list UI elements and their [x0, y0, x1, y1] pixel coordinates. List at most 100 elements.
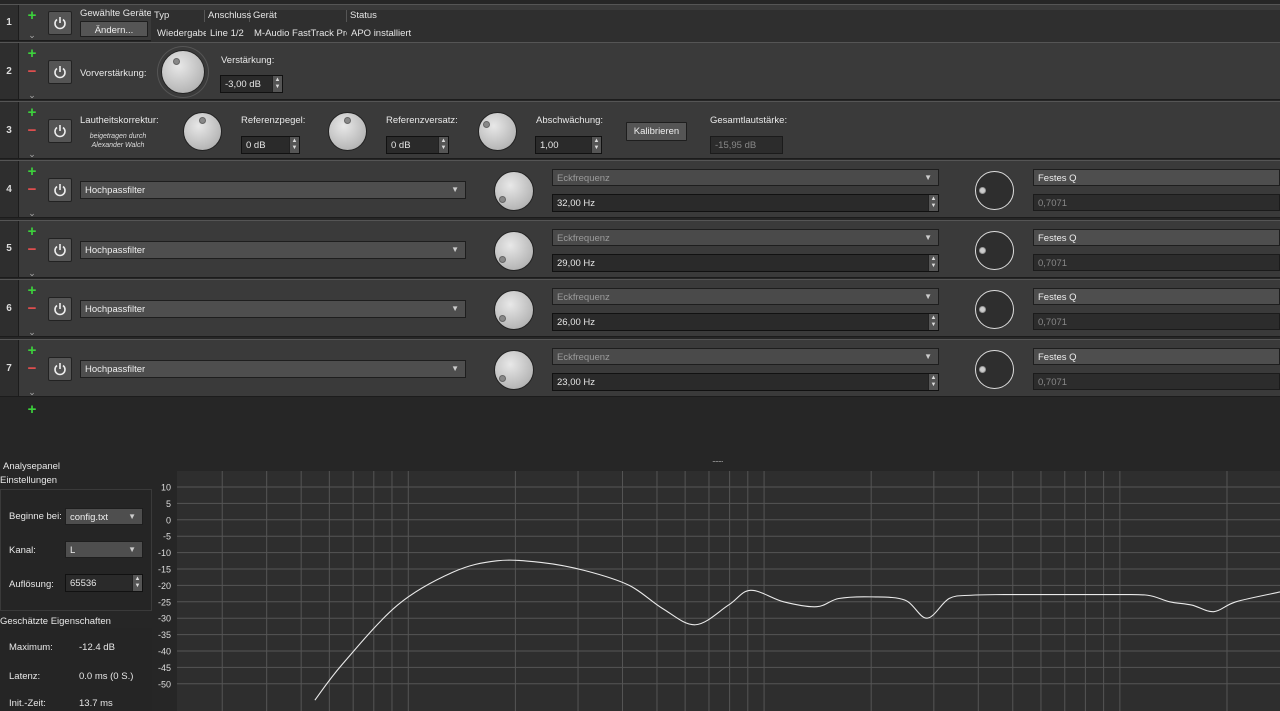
cell-connection[interactable]: Line 1/2	[207, 28, 244, 39]
frequency-knob[interactable]	[494, 230, 534, 271]
q-knob[interactable]	[975, 230, 1014, 270]
frequency-input[interactable]: 29,00 Hz ▲ ▼	[552, 253, 939, 272]
splitter-grip-icon[interactable]: .......	[712, 454, 723, 464]
ref-offset-label: Referenzversatz:	[386, 115, 458, 126]
frequency-input[interactable]: 32,00 Hz ▲ ▼	[552, 194, 939, 212]
frequency-knob[interactable]	[494, 171, 534, 211]
filter-type-select[interactable]: Hochpassfilter ▼	[80, 300, 466, 319]
chevron-down-icon[interactable]: ⌄	[24, 209, 40, 218]
power-button[interactable]	[48, 357, 72, 382]
frequency-response-chart[interactable]: 10 5 0 -5 -10 -15 -20 -25 -30 -35 -40 -45 -50	[153, 471, 1280, 711]
power-button[interactable]	[48, 297, 72, 322]
frequency-mode-select[interactable]: Eckfrequenz ▼	[552, 169, 939, 186]
preamp-row: 2 + − ⌄ Vorverstärkung: Verstärkung: -3,…	[0, 42, 1280, 100]
power-button[interactable]	[48, 119, 72, 143]
add-icon[interactable]: +	[24, 343, 40, 358]
chevron-down-icon[interactable]: ⌄	[24, 328, 40, 337]
spin-arrows-icon[interactable]: ▲ ▼	[928, 195, 938, 211]
knob-indicator	[499, 375, 506, 383]
chevron-down-icon[interactable]: ⌄	[24, 31, 40, 40]
frequency-knob[interactable]	[494, 290, 534, 331]
remove-icon[interactable]: −	[24, 123, 40, 138]
ref-offset-input[interactable]: 0 dB ▲ ▼	[386, 136, 449, 154]
frequency-mode-select[interactable]: Eckfrequenz ▼	[552, 348, 939, 366]
q-knob[interactable]	[975, 290, 1014, 330]
knob-indicator	[499, 315, 506, 323]
frequency-knob[interactable]	[494, 350, 534, 391]
spin-arrows-icon[interactable]: ▲ ▼	[928, 374, 938, 391]
spin-arrows-icon[interactable]: ▲ ▼	[272, 76, 282, 92]
cell-type[interactable]: Wiedergabe	[154, 28, 206, 39]
spin-arrows-icon[interactable]: ▲ ▼	[438, 137, 448, 153]
dropdown-arrow-icon: ▼	[128, 545, 136, 554]
knob-indicator	[483, 121, 490, 128]
dropdown-arrow-icon: ▼	[128, 512, 136, 521]
filter-type-select[interactable]: Hochpassfilter ▼	[80, 240, 466, 259]
attenuation-input[interactable]: 1,00 ▲ ▼	[535, 136, 602, 154]
q-value-field: 0,7071	[1033, 194, 1280, 211]
power-button[interactable]	[48, 11, 72, 35]
spin-arrows-icon[interactable]: ▲ ▼	[289, 137, 299, 153]
knob-indicator	[979, 306, 986, 314]
spin-arrows-icon[interactable]: ▲ ▼	[928, 254, 938, 271]
channel-select[interactable]: L ▼	[65, 541, 143, 558]
add-icon[interactable]: +	[24, 283, 40, 298]
cell-status[interactable]: APO installiert	[348, 28, 411, 39]
spin-arrows-icon[interactable]: ▲ ▼	[591, 137, 601, 153]
gain-input[interactable]: -3,00 dB ▲ ▼	[220, 75, 283, 93]
add-icon[interactable]: +	[24, 8, 40, 23]
chevron-down-icon[interactable]: ⌄	[24, 388, 40, 397]
dropdown-arrow-icon: ▼	[451, 364, 459, 374]
remove-icon[interactable]: −	[24, 301, 40, 316]
add-icon[interactable]: +	[24, 164, 40, 179]
y-tick-label: -50	[158, 679, 171, 689]
add-filter-icon[interactable]: +	[24, 402, 40, 417]
spin-arrows-icon[interactable]: ▲ ▼	[132, 575, 142, 591]
add-icon[interactable]: +	[24, 105, 40, 120]
power-button[interactable]	[48, 178, 72, 202]
q-mode-select[interactable]: Festes Q	[1033, 228, 1280, 246]
frequency-mode-select[interactable]: Eckfrequenz ▼	[552, 288, 939, 306]
dropdown-arrow-icon: ▼	[451, 304, 459, 314]
frequency-input[interactable]: 23,00 Hz ▲ ▼	[552, 373, 939, 392]
filter-row: 6 + − ⌄ Hochpassfilter ▼ Eckfrequenz ▼ 26,00 Hz ▲…	[0, 279, 1280, 338]
preamp-label: Vorverstärkung:	[80, 68, 147, 79]
q-mode-select[interactable]: Festes Q	[1033, 169, 1280, 186]
resolution-input[interactable]: 65536 ▲ ▼	[65, 574, 143, 592]
remove-icon[interactable]: −	[24, 182, 40, 197]
power-button[interactable]	[48, 60, 72, 84]
init-value: 13.7 ms	[79, 698, 113, 709]
analysis-panel-title: Analysepanel	[3, 461, 61, 472]
calibrate-button[interactable]: Kalibrieren	[626, 122, 687, 141]
change-devices-button[interactable]: Ändern...	[80, 21, 148, 37]
cell-device[interactable]: M-Audio FastTrack Pro	[251, 28, 347, 39]
q-knob[interactable]	[975, 350, 1014, 390]
remove-icon[interactable]: −	[24, 361, 40, 376]
remove-icon[interactable]: −	[24, 64, 40, 79]
filter-type-select[interactable]: Hochpassfilter ▼	[80, 181, 466, 199]
q-mode-select[interactable]: Festes Q	[1033, 288, 1280, 306]
ref-level-knob[interactable]	[183, 112, 222, 151]
chevron-down-icon[interactable]: ⌄	[24, 268, 40, 278]
spin-arrows-icon[interactable]: ▲ ▼	[928, 314, 938, 331]
col-connection: Anschluss	[205, 10, 251, 22]
filter-type-select[interactable]: Hochpassfilter ▼	[80, 360, 466, 379]
add-icon[interactable]: +	[24, 46, 40, 61]
chevron-down-icon[interactable]: ⌄	[24, 150, 40, 159]
col-device: Gerät	[250, 10, 347, 22]
preamp-knob[interactable]	[161, 50, 205, 94]
add-icon[interactable]: +	[24, 224, 40, 239]
q-mode-select[interactable]: Festes Q	[1033, 348, 1280, 366]
power-button[interactable]	[48, 237, 72, 262]
attenuation-knob[interactable]	[478, 112, 517, 151]
frequency-mode-select[interactable]: Eckfrequenz ▼	[552, 228, 939, 246]
dropdown-arrow-icon: ▼	[924, 173, 932, 182]
frequency-input[interactable]: 26,00 Hz ▲ ▼	[552, 313, 939, 332]
chevron-down-icon[interactable]: ⌄	[24, 91, 40, 100]
start-select[interactable]: config.txt ▼	[65, 508, 143, 525]
remove-icon[interactable]: −	[24, 242, 40, 257]
ref-level-input[interactable]: 0 dB ▲ ▼	[241, 136, 300, 154]
knob-indicator	[979, 366, 986, 374]
ref-offset-knob[interactable]	[328, 112, 367, 151]
q-knob[interactable]	[975, 171, 1014, 210]
